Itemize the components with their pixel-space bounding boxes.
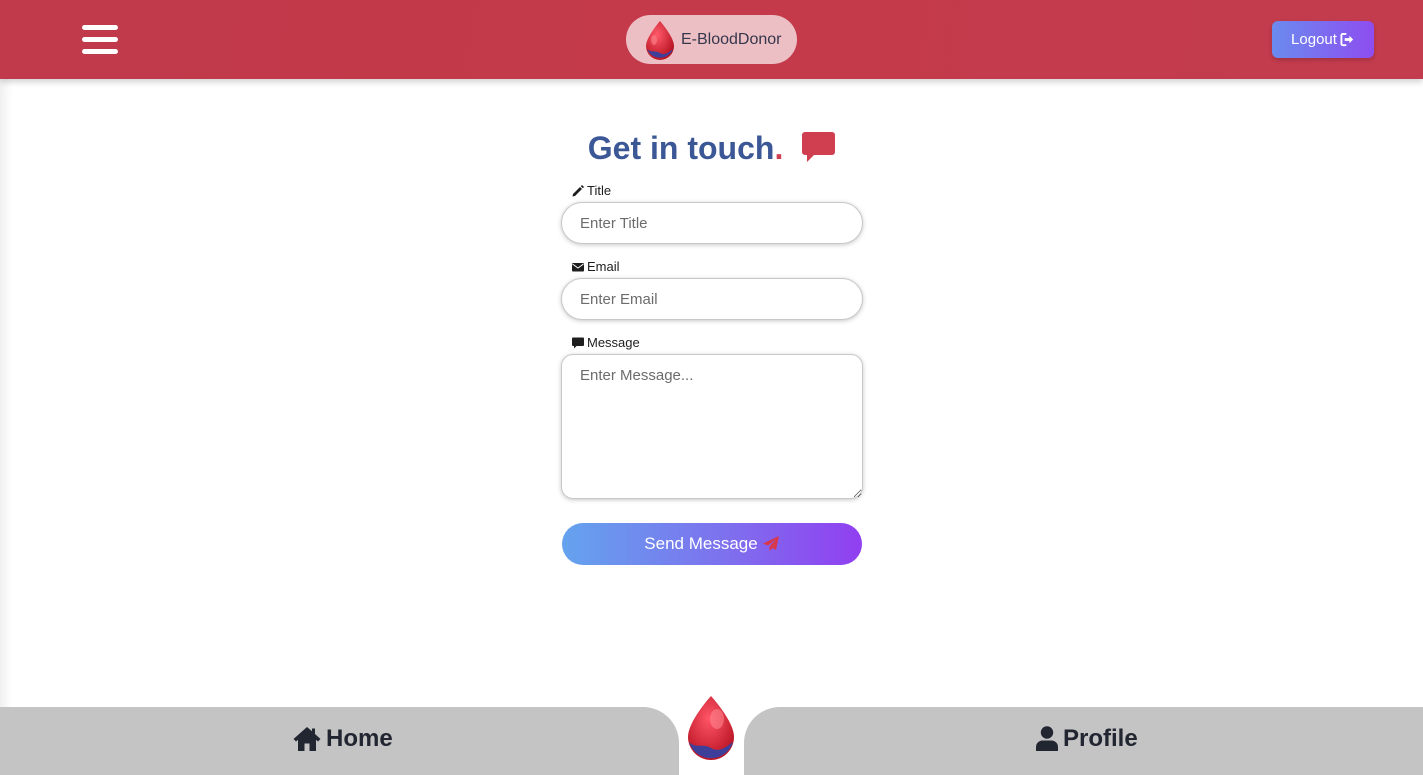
page-title: Get in touch.	[0, 130, 1423, 167]
nav-home-label: Home	[326, 725, 393, 752]
sign-out-icon	[1340, 32, 1354, 47]
pencil-icon	[572, 184, 584, 196]
title-label-text: Title	[587, 183, 612, 198]
page-title-dot: .	[774, 130, 784, 166]
nav-profile[interactable]: Profile	[744, 707, 1423, 775]
send-message-label: Send Message	[644, 534, 758, 553]
message-label: Message	[572, 335, 640, 350]
top-navbar: E-BloodDonor Logout	[0, 0, 1423, 79]
comment-icon	[802, 132, 836, 162]
page-edge-shadow	[0, 79, 12, 707]
envelope-icon	[572, 262, 584, 271]
page-title-text: Get in touch	[587, 130, 775, 166]
nav-home[interactable]: Home	[0, 707, 679, 775]
brand-name: E-BloodDonor	[681, 31, 782, 48]
paper-plane-icon	[762, 536, 779, 552]
send-message-button[interactable]: Send Message	[562, 523, 862, 565]
message-label-text: Message	[587, 335, 640, 350]
blood-drop-logo-icon	[646, 21, 674, 60]
home-icon	[293, 727, 321, 751]
title-input[interactable]	[561, 202, 863, 244]
nav-profile-label: Profile	[1063, 725, 1138, 752]
hamburger-menu-icon[interactable]	[82, 24, 119, 56]
user-icon	[1036, 726, 1058, 751]
blood-drop-center-icon[interactable]	[686, 695, 736, 761]
nav-profile-item: Profile	[1036, 725, 1138, 753]
logout-button[interactable]: Logout	[1272, 21, 1374, 58]
email-input[interactable]	[561, 278, 863, 320]
logout-label: Logout	[1291, 31, 1337, 48]
email-label: Email	[572, 259, 620, 274]
title-label: Title	[572, 183, 611, 198]
comment-small-icon	[572, 337, 584, 348]
brand-logo-link[interactable]: E-BloodDonor	[626, 15, 797, 64]
message-textarea[interactable]	[561, 354, 863, 499]
email-label-text: Email	[587, 259, 620, 274]
nav-home-item: Home	[293, 725, 393, 753]
